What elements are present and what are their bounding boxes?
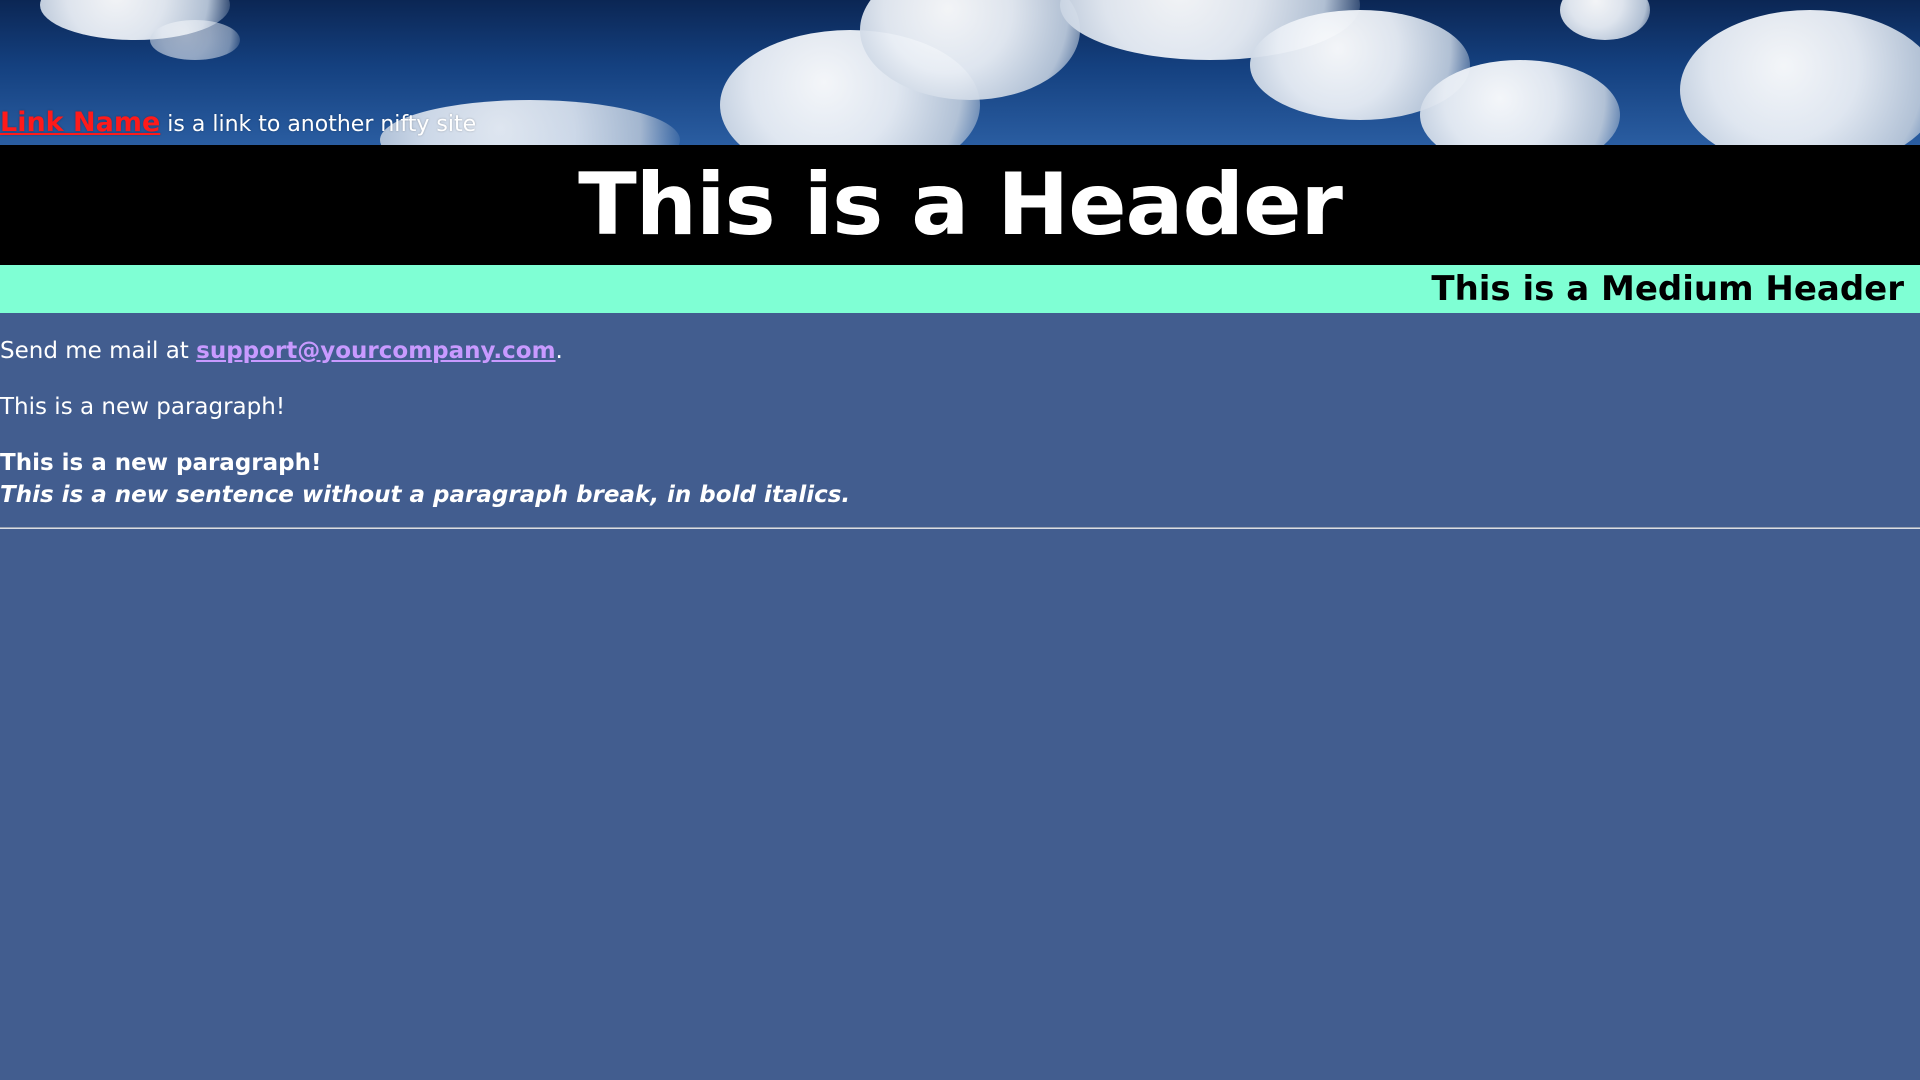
email-link[interactable]: support@yourcompany.com	[196, 338, 555, 364]
cloud-shape	[150, 20, 240, 60]
banner-link-description: is a link to another nifty site	[160, 112, 477, 137]
main-content: Send me mail at support@yourcompany.com.…	[0, 313, 1920, 511]
cloud-shape	[1560, 0, 1650, 40]
main-header-bar: This is a Header	[0, 145, 1920, 265]
banner-link[interactable]: Link Name	[0, 107, 160, 138]
mail-prefix-text: Send me mail at	[0, 338, 197, 364]
bold-paragraph-text: This is a new paragraph!	[0, 450, 322, 476]
mail-suffix-text: .	[555, 338, 563, 364]
bold-paragraph: This is a new paragraph! This is a new s…	[0, 447, 1920, 511]
banner-link-line: Link Name is a link to another nifty sit…	[0, 108, 476, 140]
sky-banner-image: Link Name is a link to another nifty sit…	[0, 0, 1920, 145]
medium-header-title: This is a Medium Header	[1431, 269, 1904, 309]
bold-italic-sentence: This is a new sentence without a paragra…	[0, 482, 851, 508]
horizontal-divider	[0, 527, 1920, 529]
page-title: This is a Header	[578, 155, 1343, 255]
mail-paragraph: Send me mail at support@yourcompany.com.	[0, 335, 1920, 367]
cloud-shape	[1680, 10, 1920, 145]
medium-header-bar: This is a Medium Header	[0, 265, 1920, 313]
plain-paragraph: This is a new paragraph!	[0, 394, 286, 420]
